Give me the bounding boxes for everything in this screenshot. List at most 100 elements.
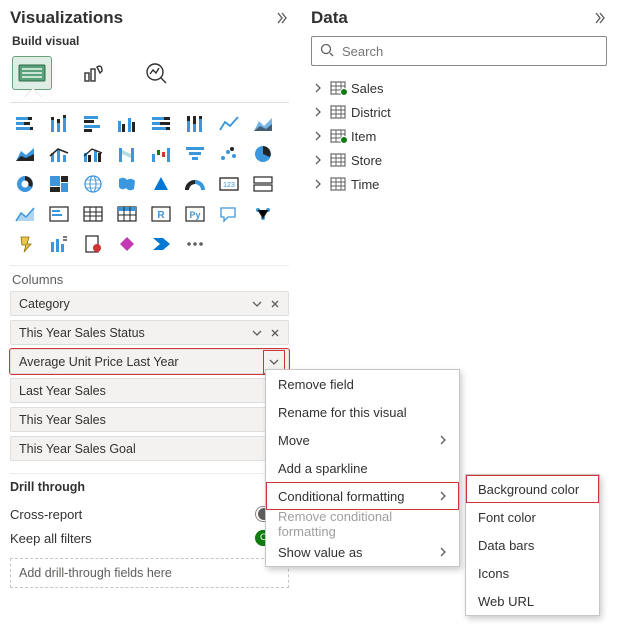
field-well[interactable]: Average Unit Price Last Year [10,349,289,374]
stacked-bar-chart-icon[interactable] [10,111,40,137]
chevron-right-icon [439,545,447,560]
submenu-item[interactable]: Font color [466,503,599,531]
remove-field-icon[interactable] [266,299,284,309]
filled-map-icon[interactable] [112,171,142,197]
field-context-menu: Remove field Rename for this visual Move Ad… [265,369,460,567]
ribbon-chart-icon[interactable] [112,141,142,167]
context-menu-item: Remove conditional formatting [266,510,459,538]
context-menu-item[interactable]: Conditional formatting [266,482,459,510]
field-well-label: Average Unit Price Last Year [19,355,264,369]
table-tree-item[interactable]: District [311,100,607,124]
chevron-right-icon[interactable] [311,107,325,117]
chevron-right-icon[interactable] [311,179,325,189]
table-name-label: District [351,105,391,120]
submenu-item[interactable]: Web URL [466,587,599,615]
field-well[interactable]: This Year Sales Goal [10,436,289,461]
checked-indicator-icon [340,136,348,144]
chevron-down-icon[interactable] [248,328,266,338]
field-well-label: This Year Sales Status [19,326,248,340]
field-well-label: Last Year Sales [19,384,266,398]
pie-chart-icon[interactable] [248,141,278,167]
paginated-report-icon[interactable] [78,231,108,257]
table-tree-item[interactable]: Item [311,124,607,148]
table-tree-item[interactable]: Store [311,148,607,172]
menu-item-label: Conditional formatting [278,489,404,504]
power-apps-icon[interactable] [112,231,142,257]
submenu-item[interactable]: Data bars [466,531,599,559]
format-visual-tab[interactable] [74,56,114,90]
context-menu-item[interactable]: Add a sparkline [266,454,459,482]
svg-text:Py: Py [189,210,200,220]
line-clustered-column-icon[interactable] [78,141,108,167]
clustered-column-chart-icon[interactable] [112,111,142,137]
clustered-bar-chart-icon[interactable] [78,111,108,137]
field-well[interactable]: Category [10,291,289,316]
gauge-icon[interactable] [180,171,210,197]
menu-item-label: Web URL [478,594,534,609]
context-menu-item[interactable]: Remove field [266,370,459,398]
multi-row-card-icon[interactable] [248,171,278,197]
map-icon[interactable] [78,171,108,197]
area-chart-icon[interactable] [248,111,278,137]
waterfall-chart-icon[interactable] [146,141,176,167]
more-visuals-icon[interactable] [180,231,210,257]
funnel-chart-icon[interactable] [180,141,210,167]
treemap-icon[interactable] [44,171,74,197]
chevron-right-icon[interactable] [311,131,325,141]
field-well[interactable]: This Year Sales [10,407,289,432]
field-well[interactable]: Last Year Sales [10,378,289,403]
field-well-label: This Year Sales [19,413,266,427]
r-visual-icon[interactable]: R [146,201,176,227]
search-box[interactable] [311,36,607,66]
collapse-viz-pane-icon[interactable] [275,11,289,25]
menu-item-label: Background color [478,482,579,497]
svg-text:123: 123 [223,182,235,189]
menu-item-label: Rename for this visual [278,405,407,420]
keep-filters-label: Keep all filters [10,531,92,546]
table-tree-item[interactable]: Sales [311,76,607,100]
power-automate-icon[interactable] [146,231,176,257]
python-visual-icon[interactable]: Py [180,201,210,227]
kpi-icon[interactable] [10,201,40,227]
card-icon[interactable]: 123 [214,171,244,197]
context-menu-item[interactable]: Move [266,426,459,454]
menu-item-label: Add a sparkline [278,461,368,476]
hundred-stacked-column-icon[interactable] [180,111,210,137]
chevron-right-icon[interactable] [311,155,325,165]
build-visual-tab[interactable] [12,56,52,90]
azure-map-icon[interactable] [146,171,176,197]
stacked-area-chart-icon[interactable] [10,141,40,167]
field-well[interactable]: This Year Sales Status [10,320,289,345]
qa-visual-icon[interactable] [214,201,244,227]
stacked-column-chart-icon[interactable] [44,111,74,137]
line-stacked-column-icon[interactable] [44,141,74,167]
search-icon [320,43,334,60]
table-icon [329,105,347,119]
chevron-right-icon [439,433,447,448]
chevron-down-icon[interactable] [248,299,266,309]
remove-field-icon[interactable] [266,328,284,338]
submenu-item[interactable]: Background color [466,475,599,503]
smart-narrative-icon[interactable] [44,231,74,257]
line-chart-icon[interactable] [214,111,244,137]
submenu-item[interactable]: Icons [466,559,599,587]
slicer-icon[interactable] [44,201,74,227]
table-name-label: Item [351,129,376,144]
search-input[interactable] [340,43,598,60]
donut-chart-icon[interactable] [10,171,40,197]
table-tree-item[interactable]: Time [311,172,607,196]
context-menu-item[interactable]: Show value as [266,538,459,566]
decomposition-tree-icon[interactable] [10,231,40,257]
analytics-tab[interactable] [136,56,176,90]
key-influencers-icon[interactable] [248,201,278,227]
context-menu-item[interactable]: Rename for this visual [266,398,459,426]
drill-through-dropzone[interactable]: Add drill-through fields here [10,558,289,588]
table-icon[interactable] [78,201,108,227]
scatter-chart-icon[interactable] [214,141,244,167]
hundred-stacked-bar-icon[interactable] [146,111,176,137]
matrix-icon[interactable] [112,201,142,227]
chevron-right-icon[interactable] [311,83,325,93]
menu-item-label: Show value as [278,545,363,560]
collapse-data-pane-icon[interactable] [593,11,607,25]
viz-pane-header: Visualizations [10,6,289,32]
